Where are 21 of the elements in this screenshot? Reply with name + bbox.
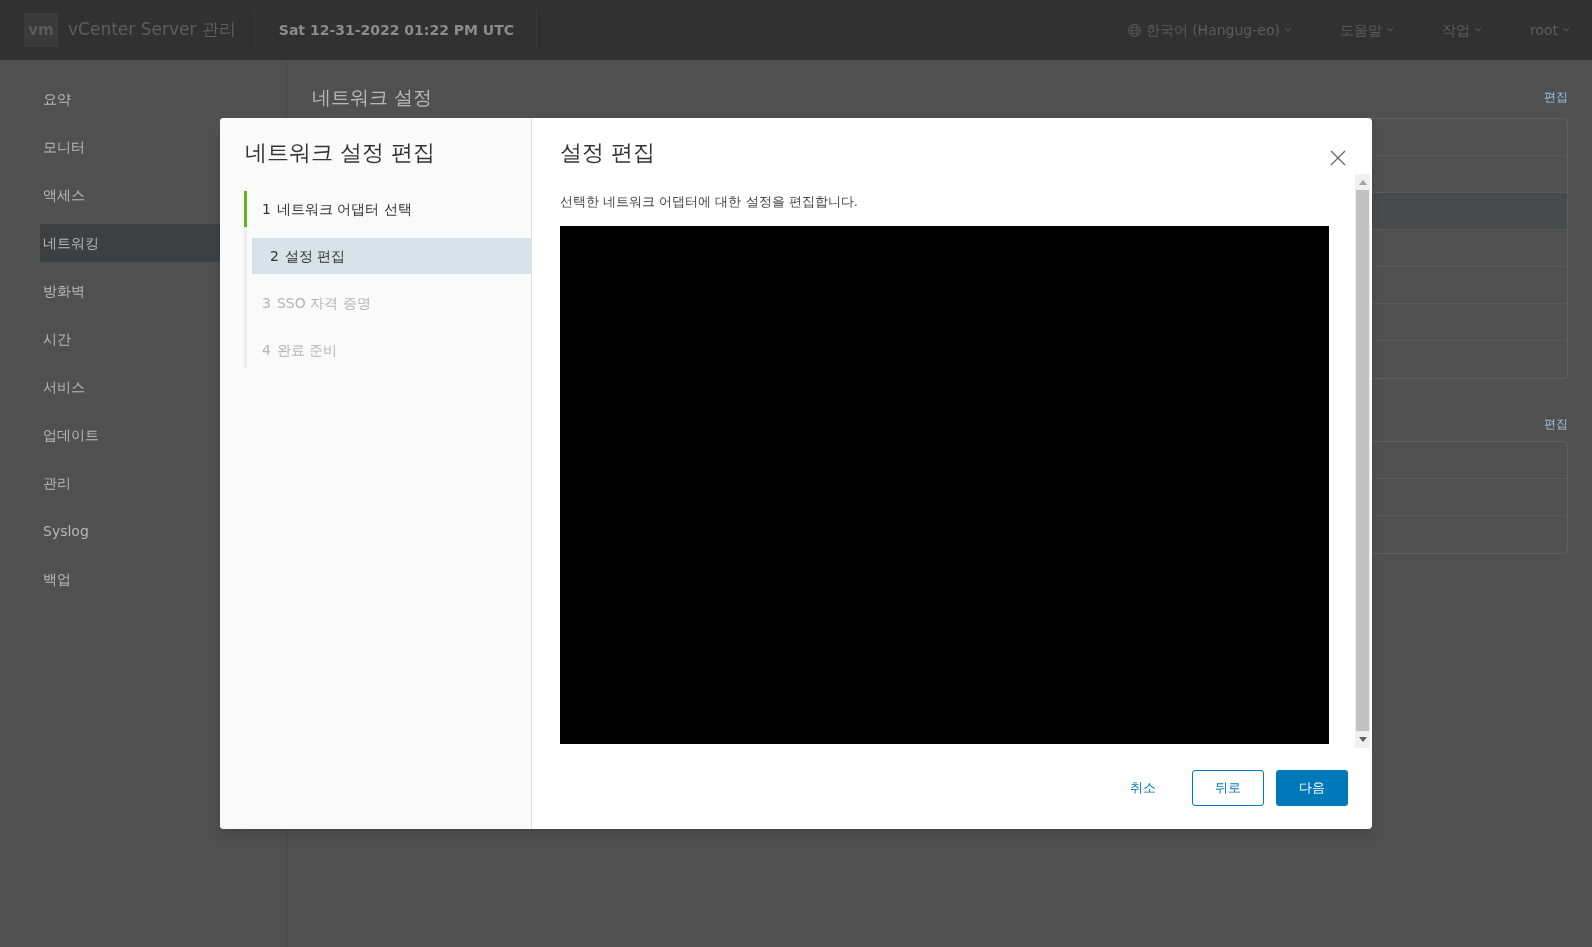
globe-icon <box>1126 22 1142 38</box>
description: 선택한 네트워크 어댑터에 대한 설정을 편집합니다. <box>560 193 859 211</box>
scrollbar[interactable] <box>1355 174 1370 748</box>
wizard-step[interactable]: 2 설정 편집 <box>252 238 531 274</box>
chevron-down-icon <box>1562 27 1570 33</box>
edit-link[interactable]: 편집 <box>1544 88 1568 106</box>
edit-link[interactable]: 편집 <box>1544 415 1568 433</box>
scroll-down-icon[interactable] <box>1358 737 1367 742</box>
dialog-heading: 설정 편집 <box>560 139 655 167</box>
dialog-button[interactable]: 취소 <box>1106 770 1180 806</box>
chevron-down-icon <box>1385 27 1394 33</box>
sidebar-item[interactable]: 요약 <box>40 80 286 118</box>
wizard-step[interactable]: 1 네트워크 어댑터 선택 <box>244 191 531 227</box>
chevron-down-icon <box>1283 27 1292 33</box>
page-title: 네트워크 설정 <box>312 84 433 110</box>
close-icon[interactable] <box>1330 150 1346 166</box>
chevron-down-icon <box>1473 27 1482 33</box>
dialog-button[interactable]: 다음 <box>1276 770 1348 806</box>
date-time: Sat 12-31-2022 01:22 PM UTC <box>278 20 515 40</box>
dialog-button[interactable]: 뒤로 <box>1192 770 1264 806</box>
dialog-title: 네트워크 설정 편집 <box>244 139 436 167</box>
